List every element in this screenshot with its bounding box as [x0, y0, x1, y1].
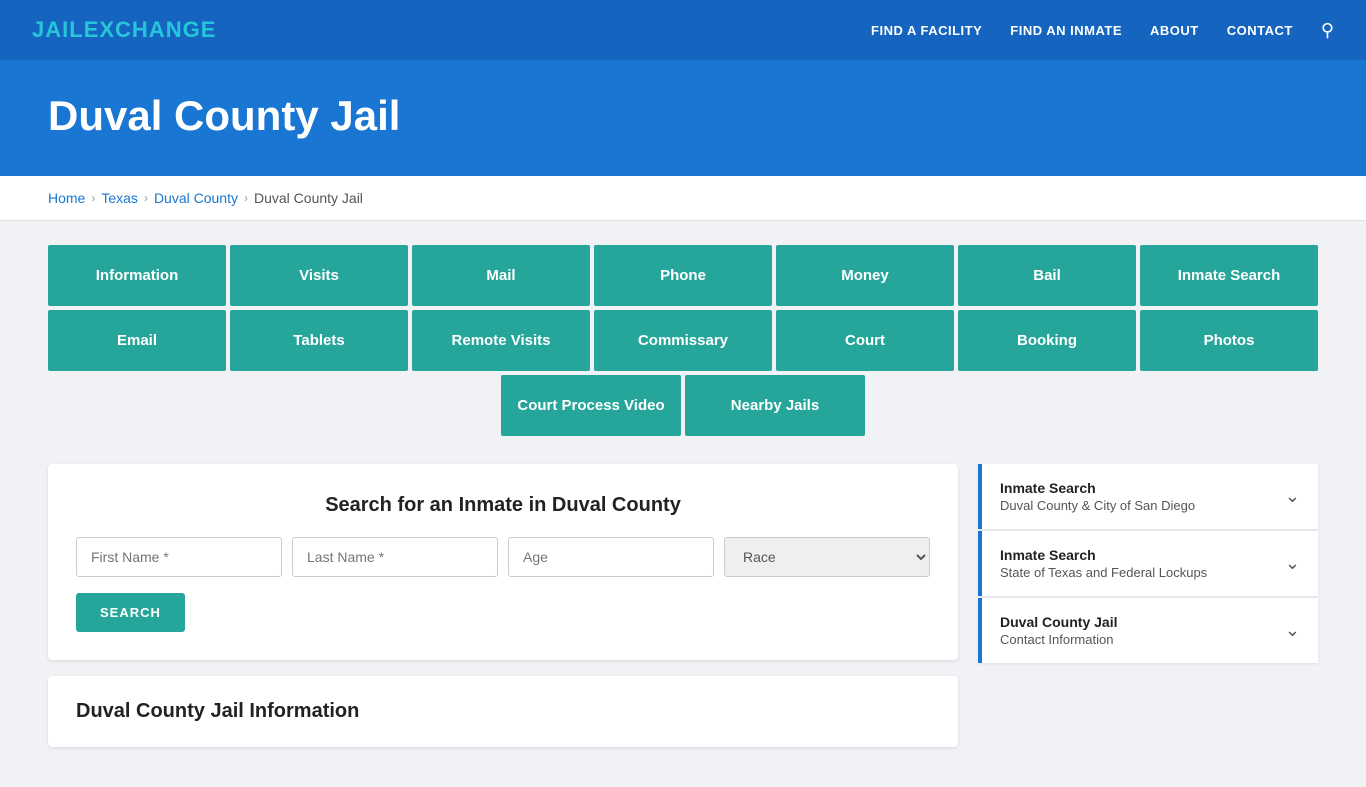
logo-part2: EXCHANGE: [84, 17, 217, 42]
hero-section: Duval County Jail: [0, 60, 1366, 176]
nav-about[interactable]: ABOUT: [1150, 23, 1199, 38]
tab-bail[interactable]: Bail: [958, 245, 1136, 306]
race-select[interactable]: Race: [724, 537, 930, 577]
nav-find-inmate[interactable]: FIND AN INMATE: [1010, 23, 1122, 38]
sidebar-item-title: Inmate Search: [1000, 480, 1195, 496]
search-card: Search for an Inmate in Duval County Rac…: [48, 464, 958, 660]
sidebar: Inmate Search Duval County & City of San…: [978, 464, 1318, 665]
chevron-down-icon: ⌄: [1285, 620, 1300, 641]
nav-links: FIND A FACILITY FIND AN INMATE ABOUT CON…: [871, 20, 1334, 41]
page-title: Duval County Jail: [48, 92, 1318, 140]
tab-nearby-jails[interactable]: Nearby Jails: [685, 375, 865, 436]
breadcrumb-sep-1: ›: [91, 191, 95, 205]
tab-email[interactable]: Email: [48, 310, 226, 371]
first-name-input[interactable]: [76, 537, 282, 577]
main-wrapper: Information Visits Mail Phone Money Bail…: [0, 221, 1366, 787]
tab-row-1: Information Visits Mail Phone Money Bail…: [48, 245, 1318, 306]
tab-row-3: Court Process Video Nearby Jails: [48, 375, 1318, 436]
nav-find-facility[interactable]: FIND A FACILITY: [871, 23, 982, 38]
tab-visits[interactable]: Visits: [230, 245, 408, 306]
tab-remote-visits[interactable]: Remote Visits: [412, 310, 590, 371]
tab-information[interactable]: Information: [48, 245, 226, 306]
sidebar-item-inmate-search-texas[interactable]: Inmate Search State of Texas and Federal…: [978, 531, 1318, 596]
search-icon[interactable]: ⚲: [1321, 20, 1334, 41]
tab-booking[interactable]: Booking: [958, 310, 1136, 371]
nav-contact[interactable]: CONTACT: [1227, 23, 1293, 38]
tab-photos[interactable]: Photos: [1140, 310, 1318, 371]
tab-tablets[interactable]: Tablets: [230, 310, 408, 371]
sidebar-item-subtitle: State of Texas and Federal Lockups: [1000, 565, 1207, 580]
tab-phone[interactable]: Phone: [594, 245, 772, 306]
search-button[interactable]: SEARCH: [76, 593, 185, 632]
breadcrumb-current: Duval County Jail: [254, 190, 363, 206]
age-input[interactable]: [508, 537, 714, 577]
content-area: Search for an Inmate in Duval County Rac…: [48, 464, 1318, 747]
tab-commissary[interactable]: Commissary: [594, 310, 772, 371]
info-title: Duval County Jail Information: [76, 700, 930, 723]
tab-money[interactable]: Money: [776, 245, 954, 306]
sidebar-item-contact-info[interactable]: Duval County Jail Contact Information ⌄: [978, 598, 1318, 663]
tab-row-2: Email Tablets Remote Visits Commissary C…: [48, 310, 1318, 371]
tab-mail[interactable]: Mail: [412, 245, 590, 306]
logo-part1: JAIL: [32, 17, 84, 42]
search-title: Search for an Inmate in Duval County: [76, 494, 930, 517]
tab-court[interactable]: Court: [776, 310, 954, 371]
sidebar-item-text: Inmate Search State of Texas and Federal…: [1000, 547, 1207, 580]
sidebar-item-title: Inmate Search: [1000, 547, 1207, 563]
breadcrumb-sep-2: ›: [144, 191, 148, 205]
sidebar-item-text: Inmate Search Duval County & City of San…: [1000, 480, 1195, 513]
breadcrumb-home[interactable]: Home: [48, 190, 85, 206]
sidebar-item-text: Duval County Jail Contact Information: [1000, 614, 1117, 647]
tab-inmate-search[interactable]: Inmate Search: [1140, 245, 1318, 306]
breadcrumb-duval-county[interactable]: Duval County: [154, 190, 238, 206]
left-column: Search for an Inmate in Duval County Rac…: [48, 464, 958, 747]
sidebar-item-subtitle: Duval County & City of San Diego: [1000, 498, 1195, 513]
search-fields: Race: [76, 537, 930, 577]
breadcrumb-sep-3: ›: [244, 191, 248, 205]
tab-court-process-video[interactable]: Court Process Video: [501, 375, 681, 436]
chevron-down-icon: ⌄: [1285, 486, 1300, 507]
sidebar-item-inmate-search-duval[interactable]: Inmate Search Duval County & City of San…: [978, 464, 1318, 529]
logo[interactable]: JAILEXCHANGE: [32, 17, 216, 43]
navbar: JAILEXCHANGE FIND A FACILITY FIND AN INM…: [0, 0, 1366, 60]
last-name-input[interactable]: [292, 537, 498, 577]
info-section: Duval County Jail Information: [48, 676, 958, 747]
breadcrumb: Home › Texas › Duval County › Duval Coun…: [0, 176, 1366, 221]
breadcrumb-texas[interactable]: Texas: [101, 190, 138, 206]
chevron-down-icon: ⌄: [1285, 553, 1300, 574]
sidebar-item-title: Duval County Jail: [1000, 614, 1117, 630]
sidebar-item-subtitle: Contact Information: [1000, 632, 1117, 647]
